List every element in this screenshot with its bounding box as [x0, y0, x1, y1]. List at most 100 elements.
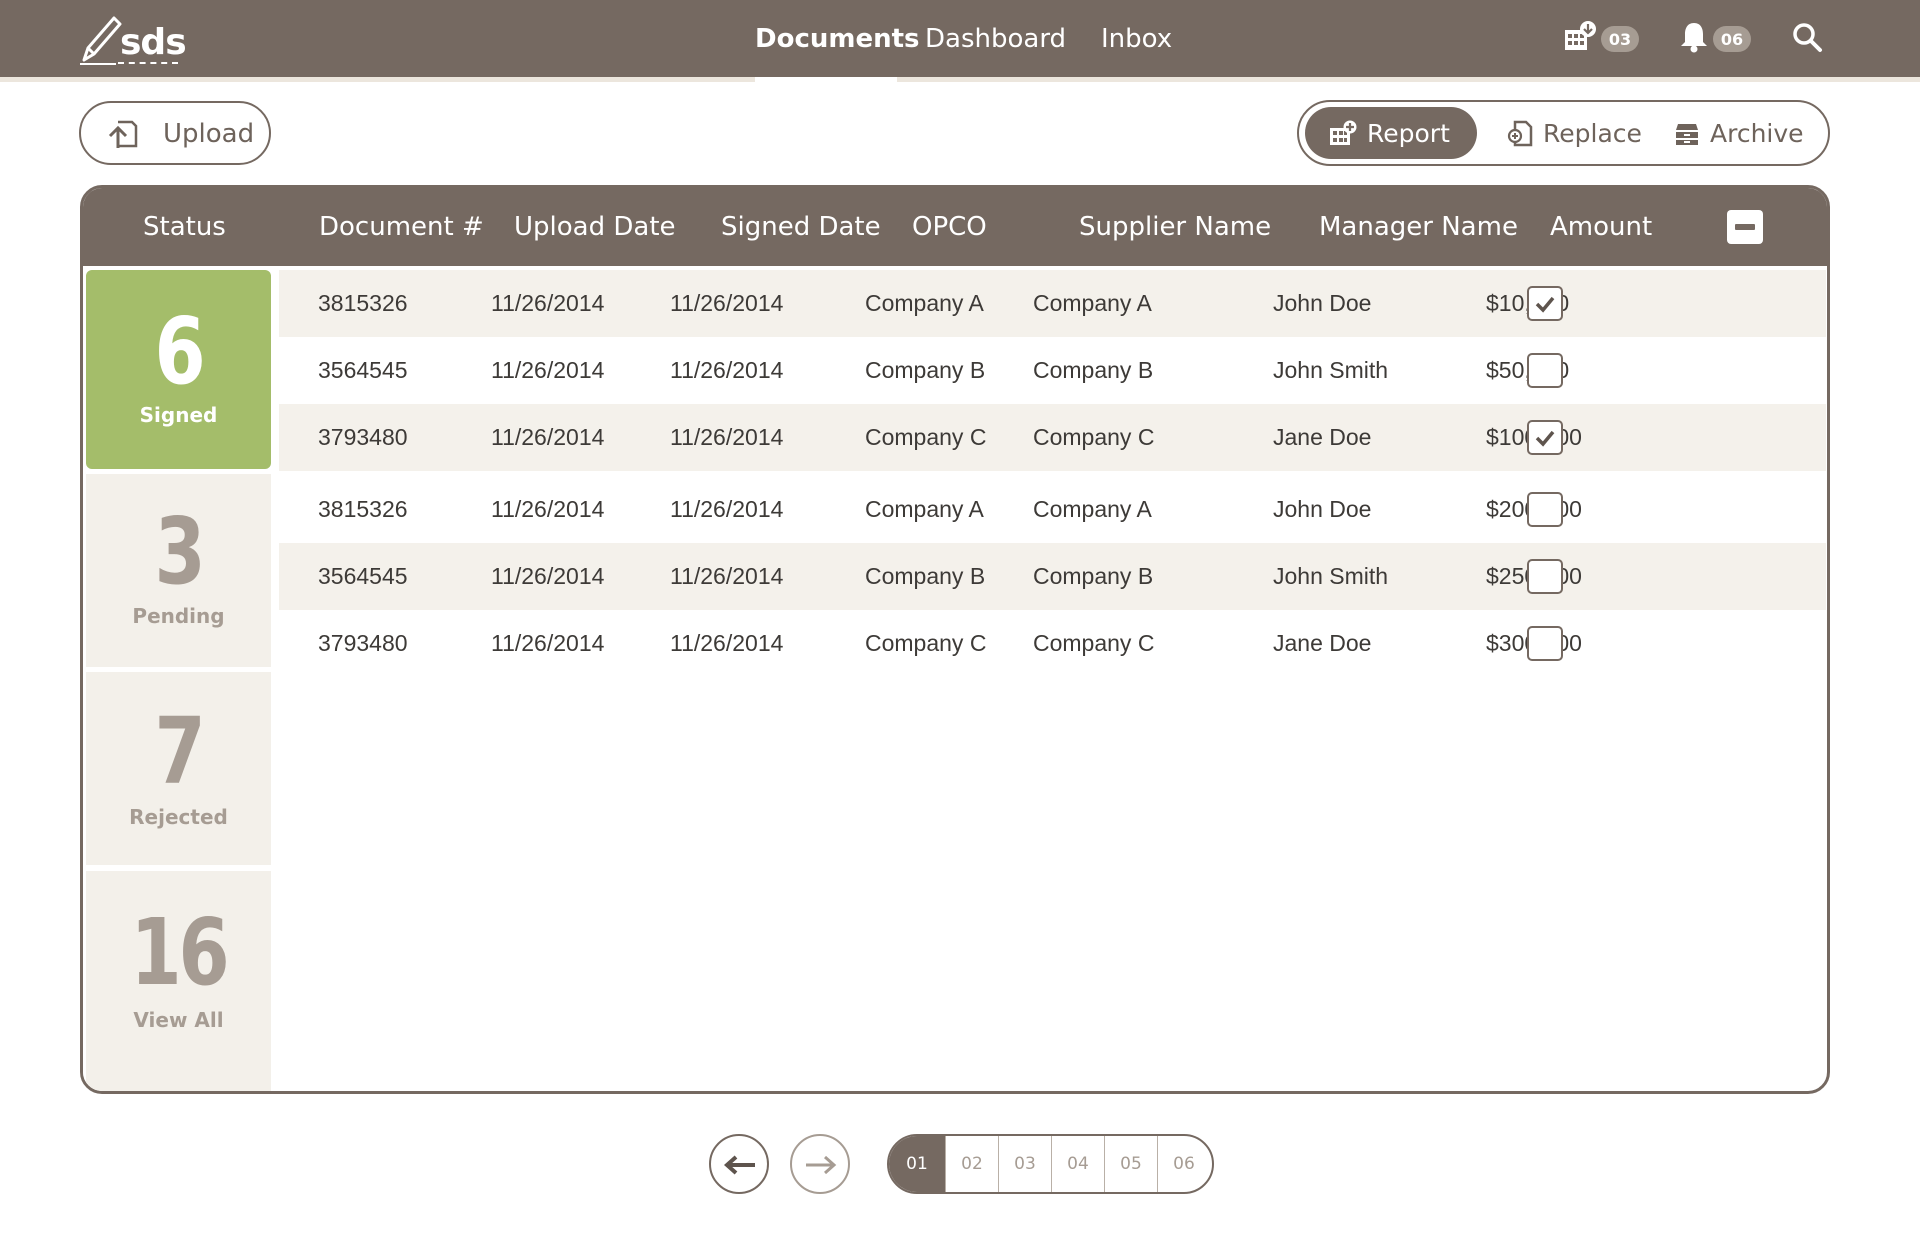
nav-dashboard[interactable]: Dashboard [925, 0, 1066, 77]
status-count: 16 [130, 899, 229, 1006]
cell-opco: Company C [865, 424, 987, 450]
replace-icon [1507, 120, 1533, 147]
nav-active-indicator [755, 77, 897, 82]
table-row[interactable]: 3793480 11/26/2014 11/26/2014 Company C Comp… [279, 610, 1826, 677]
cell-opco: Company B [865, 563, 986, 589]
col-amount[interactable]: Amount [1550, 188, 1652, 266]
row-checkbox[interactable] [1527, 626, 1563, 661]
arrow-left-icon [723, 1155, 755, 1175]
col-upload-date[interactable]: Upload Date [514, 188, 676, 266]
cell-opco: Company B [865, 357, 986, 383]
logo-underline [118, 62, 178, 64]
cell-doc: 3793480 [318, 630, 408, 656]
col-document-number[interactable]: Document # [319, 188, 484, 266]
col-signed-date[interactable]: Signed Date [721, 188, 881, 266]
page-06[interactable]: 06 [1157, 1136, 1210, 1192]
table-row[interactable]: 3564545 11/26/2014 11/26/2014 Company B Comp… [279, 543, 1826, 610]
archive-icon [1676, 124, 1698, 145]
status-filter-rejected[interactable]: 7 Rejected [86, 672, 271, 865]
notifications-badge: 06 [1713, 26, 1751, 52]
cell-upload: 11/26/2014 [491, 424, 605, 450]
cell-manager: John Smith [1273, 357, 1389, 383]
cell-supplier: Company B [1033, 357, 1154, 383]
checkmark-icon [1535, 296, 1555, 313]
col-manager-name[interactable]: Manager Name [1319, 188, 1518, 266]
cell-manager: Jane Doe [1273, 424, 1372, 450]
col-opco[interactable]: OPCO [912, 188, 987, 266]
status-filter-view-all[interactable]: 16 View All [86, 871, 271, 1091]
nav-documents[interactable]: Documents [755, 0, 920, 77]
status-count: 6 [154, 298, 205, 405]
col-supplier-name[interactable]: Supplier Name [1079, 188, 1271, 266]
row-checkbox[interactable] [1527, 420, 1563, 455]
report-download-icon[interactable] [1563, 20, 1597, 54]
checkmark-icon [1535, 430, 1555, 447]
row-checkbox[interactable] [1527, 353, 1563, 388]
page-01[interactable]: 01 [889, 1136, 945, 1192]
replace-label: Replace [1543, 118, 1642, 148]
status-label: View All [133, 1008, 224, 1032]
table-row[interactable]: 3793480 11/26/2014 11/26/2014 Company C Comp… [279, 404, 1826, 471]
page-05[interactable]: 05 [1104, 1136, 1157, 1192]
page-02[interactable]: 02 [945, 1136, 998, 1192]
report-button[interactable]: Report [1305, 107, 1477, 159]
row-checkbox[interactable] [1527, 492, 1563, 527]
cell-doc: 3564545 [318, 563, 408, 589]
status-filter-column: 6 Signed 3 Pending 7 Rejected 16 View Al… [83, 266, 276, 1091]
cell-supplier: Company A [1033, 496, 1152, 522]
cell-manager: Jane Doe [1273, 630, 1372, 656]
table-row[interactable]: 3564545 11/26/2014 11/26/2014 Company B Comp… [279, 337, 1826, 404]
table-header: Status Document # Upload Date Signed Dat… [83, 188, 1827, 266]
select-all-checkbox[interactable] [1727, 210, 1763, 244]
cell-upload: 11/26/2014 [491, 563, 605, 589]
report-icon [1330, 120, 1357, 145]
status-filter-pending[interactable]: 3 Pending [86, 474, 271, 667]
status-count: 7 [154, 698, 205, 805]
cell-doc: 3564545 [318, 357, 408, 383]
upload-label: Upload [163, 119, 255, 149]
status-label: Signed [139, 403, 218, 427]
table-row[interactable]: 3815326 11/26/2014 11/26/2014 Company A Comp… [279, 476, 1826, 543]
search-icon[interactable] [1790, 20, 1824, 54]
cell-upload: 11/26/2014 [491, 496, 605, 522]
logo[interactable]: sds [80, 12, 190, 66]
archive-button[interactable]: Archive [1674, 107, 1804, 159]
status-filter-signed[interactable]: 6 Signed [86, 270, 271, 469]
cell-signed: 11/26/2014 [670, 496, 784, 522]
pagination: 01 02 03 04 05 06 [887, 1134, 1214, 1194]
row-checkbox[interactable] [1527, 286, 1563, 321]
upload-icon [108, 120, 138, 148]
table-row[interactable]: 3815326 11/26/2014 11/26/2014 Company A Comp… [279, 270, 1826, 337]
report-label: Report [1367, 118, 1450, 148]
cell-upload: 11/26/2014 [491, 630, 605, 656]
next-page-button[interactable] [790, 1134, 850, 1194]
cell-signed: 11/26/2014 [670, 290, 784, 316]
cell-upload: 11/26/2014 [491, 357, 605, 383]
upload-button[interactable]: Upload [79, 101, 271, 165]
cell-opco: Company C [865, 630, 987, 656]
page-03[interactable]: 03 [998, 1136, 1051, 1192]
status-label: Rejected [129, 805, 228, 829]
prev-page-button[interactable] [709, 1134, 769, 1194]
cell-supplier: Company B [1033, 563, 1154, 589]
top-bar-underline [0, 77, 1920, 82]
cell-doc: 3793480 [318, 424, 408, 450]
cell-supplier: Company C [1033, 424, 1155, 450]
cell-doc: 3815326 [318, 496, 408, 522]
archive-label: Archive [1710, 118, 1804, 148]
cell-opco: Company A [865, 496, 984, 522]
nav-inbox[interactable]: Inbox [1101, 0, 1172, 77]
col-status[interactable]: Status [143, 188, 226, 266]
bell-icon[interactable] [1677, 20, 1711, 54]
document-actions-group: Report Replace Archive [1297, 100, 1830, 166]
documents-table: Status Document # Upload Date Signed Dat… [80, 185, 1830, 1094]
page-04[interactable]: 04 [1051, 1136, 1104, 1192]
cell-supplier: Company A [1033, 290, 1152, 316]
replace-button[interactable]: Replace [1507, 107, 1642, 159]
cell-signed: 11/26/2014 [670, 357, 784, 383]
arrow-right-icon [806, 1155, 837, 1175]
cell-doc: 3815326 [318, 290, 408, 316]
reports-badge: 03 [1601, 26, 1639, 52]
cell-manager: John Smith [1273, 563, 1389, 589]
row-checkbox[interactable] [1527, 559, 1563, 594]
